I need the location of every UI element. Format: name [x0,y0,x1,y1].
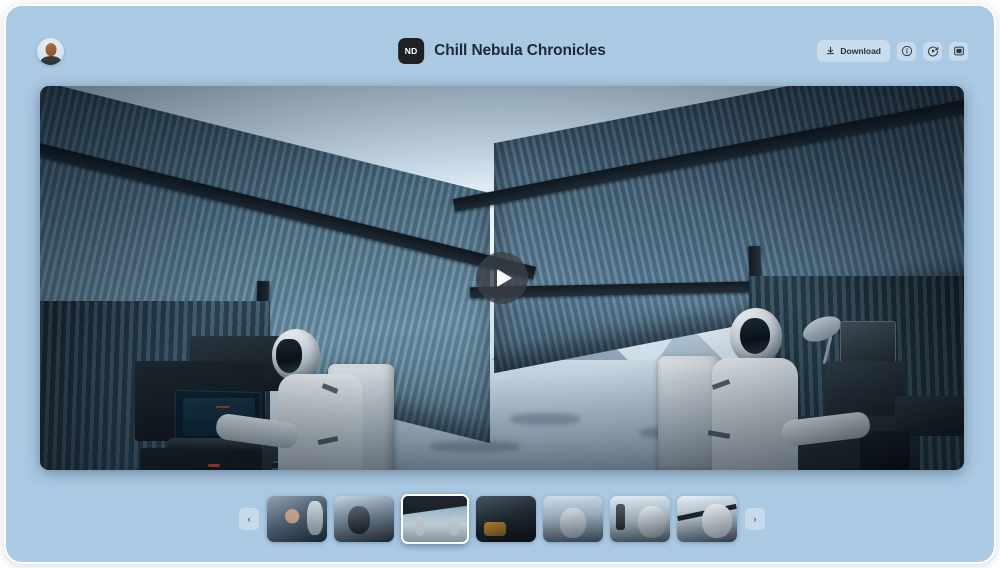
user-avatar[interactable] [37,38,64,65]
panel-layout-icon[interactable] [949,41,968,61]
top-bar: ND Chill Nebula Chronicles Download [6,6,994,84]
thumb-astronaut-antenna[interactable] [610,496,670,542]
thumb-astronaut-back-snow[interactable] [543,496,603,542]
thumbnail-list [267,494,737,544]
info-circle-icon[interactable] [897,41,916,61]
thumbnail-strip: ‹ › [6,490,994,548]
play-triangle-icon [496,269,512,287]
app-window: ND Chill Nebula Chronicles Download ‹ › [4,4,996,564]
video-player[interactable] [40,86,964,470]
thumbnail-overlay [476,496,536,542]
thumbnail-overlay [334,496,394,542]
ice-patch [430,441,520,452]
thumb-astronaut-profile[interactable] [677,496,737,542]
thumbnail-overlay [403,496,467,542]
astronaut-backpack [658,356,720,470]
thumb-tent-interior-wide[interactable] [401,494,469,544]
status-led [216,406,230,408]
play-button[interactable] [476,252,528,304]
avatar-body [39,56,62,65]
filmstrip-prev-button[interactable]: ‹ [239,508,259,530]
thumbnail-overlay [267,496,327,542]
avatar-head [45,42,56,56]
replay-circle-icon[interactable] [923,41,942,61]
ice-patch [510,413,580,425]
page-title: Chill Nebula Chronicles [434,42,606,59]
thumb-explorer-console[interactable] [334,496,394,542]
thumbnail-overlay [610,496,670,542]
astronaut-torso [712,358,798,470]
download-button-label: Download [840,46,881,56]
filmstrip-next-button[interactable]: › [745,508,765,530]
equipment-crate [860,431,910,470]
astronaut-visor [740,318,770,354]
top-bar-actions: Download [817,40,968,62]
download-icon [826,46,835,57]
astronaut-visor [276,339,302,373]
title-block: ND Chill Nebula Chronicles [398,38,606,64]
thumb-astronaut-closeup[interactable] [267,496,327,542]
thumbnail-overlay [543,496,603,542]
status-led [208,464,234,467]
thumb-dark-equipment[interactable] [476,496,536,542]
app-logo: ND [398,38,425,64]
equipment-crate [895,396,964,436]
thumbnail-overlay [677,496,737,542]
download-button[interactable]: Download [817,40,890,62]
